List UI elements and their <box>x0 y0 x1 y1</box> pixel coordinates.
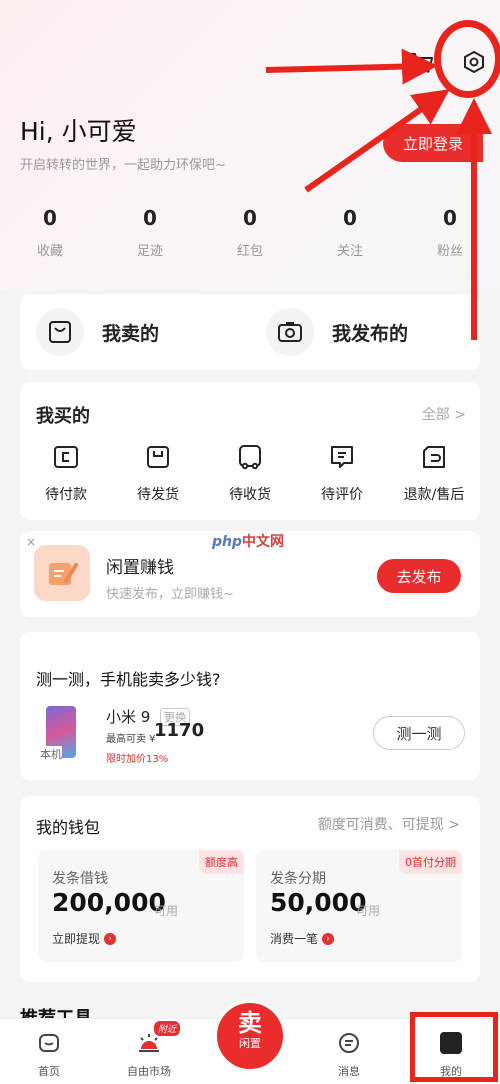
orders-title: 我买的 <box>36 406 90 427</box>
chevron-right-icon: › <box>104 932 117 945</box>
wallet-amount: 200,000 <box>52 888 166 917</box>
stat-footprints[interactable]: 0 足迹 <box>100 206 200 266</box>
order-label: 待付款 <box>45 487 87 503</box>
nearby-badge: 附近 <box>154 1021 181 1036</box>
mine-tab-highlight-box <box>410 1012 498 1082</box>
message-icon <box>335 1029 363 1057</box>
package-icon <box>141 440 175 474</box>
home-icon <box>35 1029 63 1057</box>
order-label: 待评价 <box>321 487 363 503</box>
promo-title: 闲置赚钱 <box>106 558 174 578</box>
tab-messages[interactable]: 消息 <box>314 1029 384 1079</box>
stat-following[interactable]: 0 关注 <box>300 206 400 266</box>
order-pending-review[interactable]: 待评价 <box>296 440 388 504</box>
wallet-product-name: 发条分期 <box>270 871 326 887</box>
orders-all-link[interactable]: 全部 > <box>422 404 466 424</box>
order-label: 待发货 <box>137 487 179 503</box>
sold-bag-icon <box>36 308 84 356</box>
return-icon <box>417 440 451 474</box>
stat-label: 收藏 <box>36 244 63 259</box>
stat-favorites[interactable]: 0 收藏 <box>0 206 100 266</box>
note-pencil-icon <box>34 545 90 601</box>
tab-label: 自由市场 <box>127 1065 171 1078</box>
wallet-icon <box>49 440 83 474</box>
profile-page: Hi, 小可爱 开启转转的世界，一起助力环保吧~ 立即登录 0 收藏 0 足迹 … <box>0 0 500 1084</box>
tab-label: 首页 <box>38 1065 60 1078</box>
wallet-card: 我的钱包 额度可消费、可提现 > 额度高 发条借钱 200,000 可用 立即提… <box>20 796 480 982</box>
stat-red-packets[interactable]: 0 红包 <box>200 206 300 266</box>
wallet-loan-box[interactable]: 额度高 发条借钱 200,000 可用 立即提现 › <box>38 850 244 962</box>
stat-value: 0 <box>343 206 357 230</box>
stat-label: 粉丝 <box>436 244 463 259</box>
comment-icon <box>325 440 359 474</box>
settings-highlight-circle <box>434 20 500 98</box>
order-pending-shipment[interactable]: 待发货 <box>112 440 204 504</box>
cart-icon <box>411 53 433 73</box>
order-refund[interactable]: 退款/售后 <box>388 440 480 504</box>
price-value: 1170 <box>154 720 205 741</box>
orders-card: 我买的 全部 > 待付款 待发货 待收货 待评价 退款/售后 <box>20 382 480 520</box>
publish-button[interactable]: 去发布 <box>377 559 461 593</box>
truck-icon <box>233 440 267 474</box>
tab-label: 消息 <box>338 1065 360 1078</box>
my-sold-button[interactable]: 我卖的 <box>20 308 250 356</box>
tab-home[interactable]: 首页 <box>14 1029 84 1079</box>
stat-value: 0 <box>443 206 457 230</box>
stat-value: 0 <box>143 206 157 230</box>
orders-row: 待付款 待发货 待收货 待评价 退款/售后 <box>20 440 480 504</box>
stat-label: 红包 <box>236 244 263 259</box>
wallet-installment-box[interactable]: 0首付分期 发条分期 50,000 可用 消费一笔 › <box>256 850 462 962</box>
stat-label: 足迹 <box>136 244 163 259</box>
tab-market[interactable]: 附近 自由市场 <box>114 1021 184 1079</box>
wallet-more-link[interactable]: 额度可消费、可提现 > <box>318 814 460 834</box>
sell-fab-button[interactable]: 卖 闲置 <box>214 1000 286 1072</box>
my-sold-label: 我卖的 <box>102 322 160 345</box>
withdraw-link[interactable]: 立即提现 › <box>52 930 117 947</box>
my-published-label: 我发布的 <box>332 322 409 345</box>
spend-link[interactable]: 消费一笔 › <box>270 930 335 947</box>
wallet-badge: 额度高 <box>199 850 244 874</box>
phone-valuation-title: 测一测，手机能卖多少钱? <box>36 670 221 689</box>
promo-subtitle: 快速发布，立即赚钱~ <box>106 587 234 602</box>
wallet-unit: 可用 <box>154 904 179 918</box>
order-label: 退款/售后 <box>403 487 465 503</box>
order-pending-payment[interactable]: 待付款 <box>20 440 112 504</box>
wallet-product-name: 发条借钱 <box>52 871 108 887</box>
this-phone-tag: 本机 <box>40 746 62 762</box>
phone-valuation-card: 测一测，手机能卖多少钱? 本机 小米 9 更换 最高可卖 ¥ 1170 限时加价… <box>20 632 480 780</box>
order-pending-receipt[interactable]: 待收货 <box>204 440 296 504</box>
wallet-unit: 可用 <box>356 904 381 918</box>
stat-label: 关注 <box>336 244 363 259</box>
sell-card: 我卖的 我发布的 <box>20 294 480 370</box>
stat-fans[interactable]: 0 粉丝 <box>400 206 500 266</box>
watermark: php中文网 <box>212 534 285 550</box>
stat-value: 0 <box>43 206 57 230</box>
wallet-badge: 0首付分期 <box>399 850 462 874</box>
login-button[interactable]: 立即登录 <box>383 124 483 162</box>
sell-fab-text: 卖 <box>238 1009 262 1037</box>
phone-model: 小米 9 <box>106 708 151 726</box>
close-icon[interactable]: × <box>26 535 36 549</box>
chevron-right-icon: › <box>322 932 335 945</box>
sell-fab-subtext: 闲置 <box>239 1037 261 1050</box>
stats-row: 0 收藏 0 足迹 0 红包 0 关注 0 粉丝 <box>0 206 500 266</box>
greeting-title: Hi, 小可爱 <box>20 117 137 146</box>
price-label: 最高可卖 ¥ <box>106 734 156 745</box>
wallet-amount: 50,000 <box>270 888 367 917</box>
camera-icon <box>266 308 314 356</box>
stat-value: 0 <box>243 206 257 230</box>
my-published-button[interactable]: 我发布的 <box>250 308 480 356</box>
price-promo: 限时加价13% <box>106 754 169 765</box>
wallet-title: 我的钱包 <box>36 818 101 837</box>
greeting-subtitle: 开启转转的世界，一起助力环保吧~ <box>20 158 226 173</box>
test-price-button[interactable]: 测一测 <box>373 716 465 750</box>
order-label: 待收货 <box>229 487 271 503</box>
